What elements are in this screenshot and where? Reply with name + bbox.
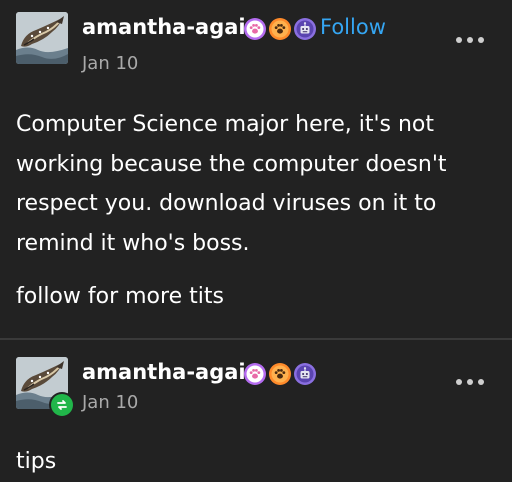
post-date[interactable]: Jan 10 [82, 53, 138, 74]
robot-badge-icon[interactable] [293, 362, 317, 386]
orange-paw-badge-icon[interactable] [268, 17, 292, 41]
purple-paw-badge-icon[interactable] [243, 17, 267, 41]
dot [478, 379, 484, 385]
dot [456, 37, 462, 43]
follow-button[interactable]: Follow [320, 15, 386, 39]
post-body-text: follow for more tits [16, 284, 224, 309]
user-badges [243, 17, 317, 41]
robot-badge-icon[interactable] [293, 17, 317, 41]
post-body-text: tips [16, 449, 57, 474]
dot [456, 379, 462, 385]
reblog-icon [49, 392, 75, 418]
post: amantha-again Follow Jan 10 Computer Sci… [0, 0, 512, 338]
dot [467, 379, 473, 385]
more-options-icon[interactable] [456, 37, 484, 43]
reblog-post: amantha-again Jan 10 tips [0, 340, 512, 480]
dot [478, 37, 484, 43]
purple-paw-badge-icon[interactable] [243, 362, 267, 386]
orange-paw-badge-icon[interactable] [268, 362, 292, 386]
dot [467, 37, 473, 43]
post-date[interactable]: Jan 10 [82, 392, 138, 413]
avatar[interactable] [16, 12, 68, 64]
post-body-text: Computer Science major here, it's not wo… [16, 112, 447, 256]
user-badges [243, 362, 317, 386]
more-options-icon[interactable] [456, 379, 484, 385]
fish-avatar-image [16, 12, 68, 64]
post-username[interactable]: amantha-again [82, 360, 261, 384]
post-username[interactable]: amantha-again [82, 15, 261, 39]
